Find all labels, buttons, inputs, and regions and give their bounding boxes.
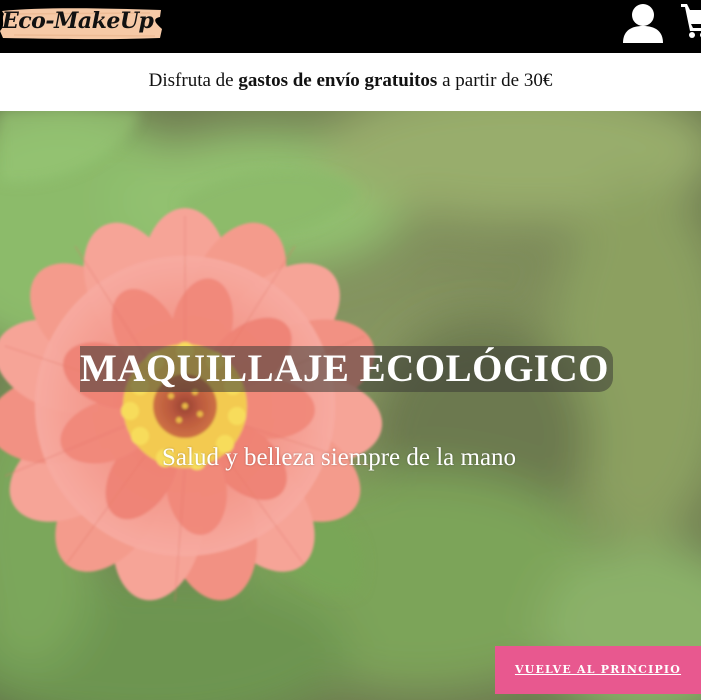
back-to-top-label: VUELVE AL PRINCIPIO [514, 663, 682, 676]
shopping-cart-icon[interactable] [681, 0, 701, 40]
logo-text: Eco-MakeUp [2, 8, 154, 34]
promo-text-before: Disfruta de [148, 70, 239, 91]
hero-banner: MAQUILLAJE ECOLÓGICO Salud y belleza sie… [0, 111, 701, 700]
site-header: Eco-MakeUp [0, 0, 701, 53]
flower-background-image [0, 111, 701, 700]
shipping-promo-bar: Disfruta de gastos de envío gratuitos a … [0, 53, 701, 111]
hero-title-box: MAQUILLAJE ECOLÓGICO [80, 346, 613, 392]
hero-subtitle: Salud y belleza siempre de la mano [162, 444, 517, 471]
promo-text-bold: gastos de envío gratuitos [238, 70, 438, 91]
back-to-top-button[interactable]: VUELVE AL PRINCIPIO [495, 646, 701, 694]
hero-title: MAQUILLAJE ECOLÓGICO [80, 347, 609, 390]
site-logo[interactable]: Eco-MakeUp [0, 5, 163, 41]
user-account-icon[interactable] [621, 2, 665, 44]
promo-text-after: a partir de 30€ [437, 70, 553, 91]
